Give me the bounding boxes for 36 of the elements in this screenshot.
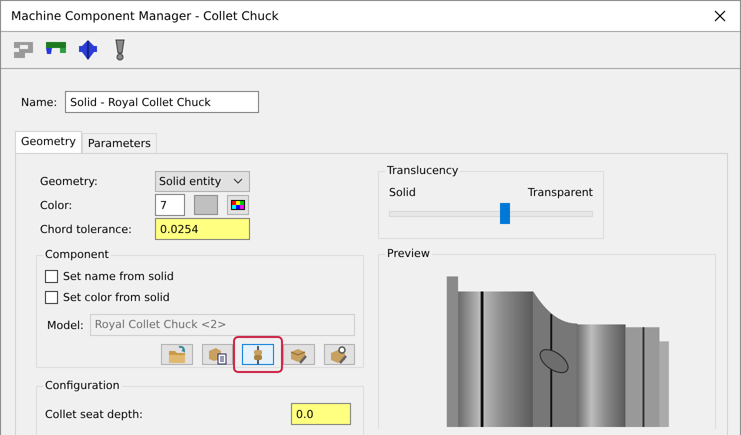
color-label: Color:: [40, 198, 74, 212]
palette-icon: [231, 200, 245, 210]
tab[interactable]: Geometry: [15, 131, 82, 153]
chord-tolerance-label: Chord tolerance:: [40, 222, 133, 236]
group-title: Configuration: [43, 379, 122, 392]
chord-tolerance-field[interactable]: 0.0254: [155, 218, 250, 240]
checkbox-label: Set color from solid: [63, 291, 170, 304]
palette-button[interactable]: [227, 195, 249, 215]
group-title: Translucency: [385, 164, 460, 177]
checkbox-label: Set name from solid: [63, 270, 174, 283]
icon-button[interactable]: [324, 344, 355, 365]
geometry-dropdown[interactable]: Solid entity: [155, 170, 250, 192]
checkbox[interactable]: [45, 270, 58, 283]
chevron-icon: [233, 178, 243, 184]
color-field[interactable]: 7: [155, 194, 185, 216]
model-field: Royal Collet Chuck <2>: [90, 314, 355, 336]
color-swatch[interactable]: [194, 195, 218, 215]
group-title: Component: [43, 248, 111, 261]
input-field[interactable]: 0.0: [291, 403, 351, 425]
box-magnifier-icon: [329, 344, 350, 364]
slider-label: Transparent: [528, 186, 593, 199]
close-icon[interactable]: [714, 10, 726, 22]
slider-thumb[interactable]: [500, 203, 510, 224]
group-title: Preview: [385, 247, 432, 260]
tab[interactable]: Parameters: [82, 133, 157, 153]
name-label: Name:: [21, 96, 58, 108]
checkbox[interactable]: [45, 291, 58, 304]
slider-label: Solid: [389, 186, 416, 199]
diamond-icon[interactable]: [77, 39, 99, 61]
field-label: Collet seat depth:: [45, 408, 143, 420]
model-label: Model:: [47, 318, 84, 332]
geometry-label: Geometry:: [40, 174, 99, 188]
name-field[interactable]: Solid - Royal Collet Chuck: [65, 91, 260, 113]
window-title: Machine Component Manager - Collet Chuck: [11, 9, 279, 23]
icon-button[interactable]: [202, 344, 233, 365]
folder-icon: [166, 344, 187, 364]
